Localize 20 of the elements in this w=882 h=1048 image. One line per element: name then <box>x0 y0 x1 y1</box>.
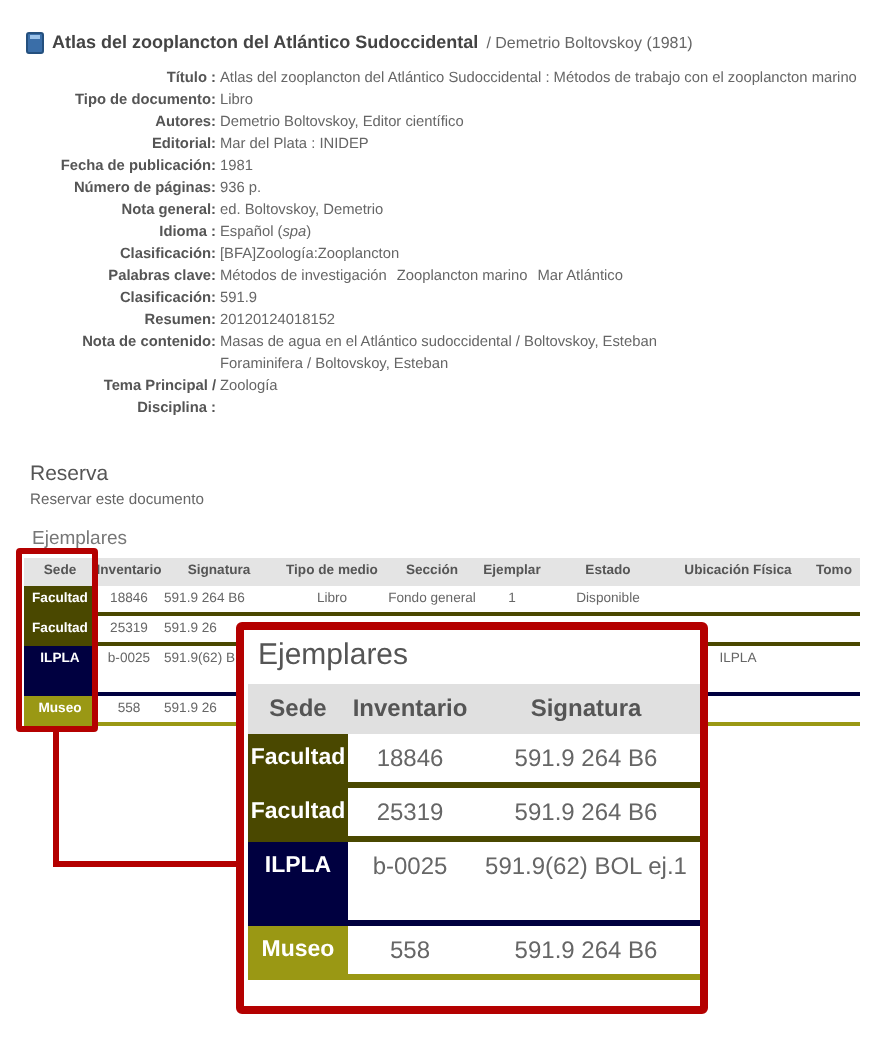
book-icon <box>26 31 44 53</box>
table-cell: 591.9 264 B6 <box>472 926 700 980</box>
column-header: Sede <box>248 684 348 734</box>
table-cell: 558 <box>348 926 472 980</box>
section-heading: Reserva <box>30 462 111 486</box>
column-header: Inventario <box>348 684 472 734</box>
sede-label: Facultad <box>248 788 348 842</box>
sede-label: Museo <box>248 926 348 980</box>
table-cell: 18846 <box>348 734 472 788</box>
sede-label: Facultad <box>248 734 348 788</box>
table-cell: 591.9 264 B6 <box>472 734 700 788</box>
table-cell: 591.9 264 B6 <box>472 788 700 842</box>
record-title: Atlas del zooplancton del Atlántico Sudoccidental <box>52 32 479 52</box>
record-byline: / Demetrio Boltovskoy (1981) <box>486 33 693 51</box>
section-heading: Ejemplares <box>32 528 130 550</box>
table-cell: b-0025 <box>348 842 472 926</box>
table-cell: 25319 <box>348 788 472 842</box>
sede-label: ILPLA <box>248 842 348 926</box>
column-header: Signatura <box>472 684 700 734</box>
table-cell: 591.9(62) BOL ej.1 <box>472 842 700 926</box>
